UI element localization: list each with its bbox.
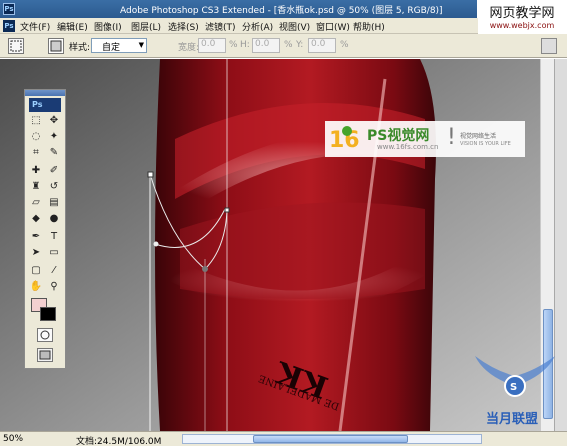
magic-wand-tool-icon[interactable]: ✦ [47,130,61,144]
marquee-tool-icon[interactable]: ⬚ [29,114,43,128]
tools-ps-logo: Ps [29,98,61,112]
logo-name: PS视觉网 [367,128,430,144]
eraser-tool-icon[interactable]: ▱ [29,196,43,210]
width-label: 宽度: [178,43,200,53]
lasso-tool-icon[interactable]: ◌ [29,130,43,144]
wing-emblem-icon: S [475,356,555,397]
height-label: H: [240,40,250,50]
watermark-top-line2: www.webjx.com [489,21,555,30]
history-brush-icon[interactable]: ↺ [47,180,61,194]
ps-vision-logo: 16 PS视觉网 www.16fs.com.cn ! 视觉网络生活 VISION… [325,121,525,157]
menu-edit[interactable]: 编辑(E) [57,20,88,33]
brush-tool-icon[interactable]: ✐ [47,164,61,178]
depth-unit: % [340,40,349,50]
hand-tool-icon[interactable]: ✋ [29,280,43,294]
menu-window[interactable]: 窗口(W) [316,20,350,33]
width-unit: % [229,40,238,50]
type-tool-icon[interactable]: T [47,230,61,244]
background-color-swatch[interactable] [40,307,56,321]
style-label: 样式: [69,43,91,53]
logo-slogan-en: VISION IS YOUR LIFE [460,141,511,147]
menu-analysis[interactable]: 分析(A) [242,20,273,33]
document-canvas[interactable]: KK DE MADELAINE 16 PS视觉网 www.16fs.com.cn… [0,59,540,431]
watermark-bottom-text: 当月联盟 [486,412,539,427]
blur-tool-icon[interactable]: ◆ [29,212,43,226]
shape-tool-icon[interactable]: ▭ [47,246,61,260]
quick-mask-button[interactable] [37,328,53,342]
dodge-tool-icon[interactable]: ● [47,212,61,226]
logo-url: www.16fs.com.cn [377,143,439,151]
selection-mode-icon[interactable] [48,38,64,54]
pen-tool-icon[interactable]: ✒ [29,230,43,244]
menu-bar: Ps 文件(F) 编辑(E) 图像(I) 图层(L) 选择(S) 滤镜(T) 分… [0,18,478,34]
tools-panel-titlebar[interactable] [25,90,65,96]
slice-tool-icon[interactable]: ✎ [47,146,61,160]
menu-ps-icon[interactable]: Ps [3,20,15,32]
depth-label: Y: [296,40,304,50]
ps-vision-emblem-icon: 16 [329,126,360,153]
tools-panel: Ps ⬚ ✥ ◌ ✦ ⌗ ✎ ✚ ✐ ♜ ↺ ▱ ▤ ◆ ● ✒ T ➤ ▭ ▢… [24,89,66,369]
crop-tool-icon[interactable]: ⌗ [29,146,43,160]
path-select-icon[interactable]: ➤ [29,246,43,260]
bottle-artwork: KK DE MADELAINE [0,59,540,431]
watermark-bottom: S 当月联盟 [470,346,560,430]
options-bar: 样式: 自定 ▼ 宽度: 0.0 % H: 0.0 % Y: 0.0 % [0,34,567,58]
clone-stamp-icon[interactable]: ♜ [29,180,43,194]
menu-layer[interactable]: 图层(L) [131,20,161,33]
menu-image[interactable]: 图像(I) [94,20,122,33]
watermark-top-line1: 网页教学网 [489,6,555,21]
svg-text:S: S [510,382,517,393]
zoom-level[interactable]: 50% [3,434,23,444]
photoshop-app-icon: Ps [3,3,15,15]
document-size[interactable]: 文档:24.5M/106.0M [76,434,161,447]
watermark-top: 网页教学网 www.webjx.com [477,0,567,34]
style-select-value: 自定 [102,43,121,53]
zoom-tool-icon[interactable]: ⚲ [47,280,61,294]
logo-divider-icon: ! [447,125,456,150]
chevron-down-icon: ▼ [138,41,144,49]
menu-help[interactable]: 帮助(H) [353,20,385,33]
depth-field[interactable]: 0.0 [308,38,336,53]
menu-view[interactable]: 视图(V) [279,20,310,33]
screen-mode-button[interactable] [37,348,53,362]
logo-slogan: 视觉网络生活 [460,133,497,140]
menu-select[interactable]: 选择(S) [168,20,199,33]
current-tool-icon[interactable] [8,38,24,54]
move-tool-icon[interactable]: ✥ [47,114,61,128]
horizontal-scrollbar[interactable] [182,434,482,444]
style-select[interactable]: 自定 ▼ [91,38,147,53]
height-unit: % [284,40,293,50]
status-bar: 50% 文档:24.5M/106.0M [0,431,567,447]
height-field[interactable]: 0.0 [252,38,280,53]
menu-filter[interactable]: 滤镜(T) [205,20,236,33]
notes-tool-icon[interactable]: ▢ [29,264,43,278]
menu-file[interactable]: 文件(F) [20,20,50,33]
healing-brush-icon[interactable]: ✚ [29,164,43,178]
gradient-tool-icon[interactable]: ▤ [47,196,61,210]
palette-well-icon[interactable] [541,38,557,54]
width-field[interactable]: 0.0 [198,38,226,53]
window-title: Adobe Photoshop CS3 Extended - [香水瓶ok.ps… [120,6,443,16]
horizontal-scroll-thumb[interactable] [253,435,408,443]
eyedropper-tool-icon[interactable]: ⁄ [47,264,61,278]
